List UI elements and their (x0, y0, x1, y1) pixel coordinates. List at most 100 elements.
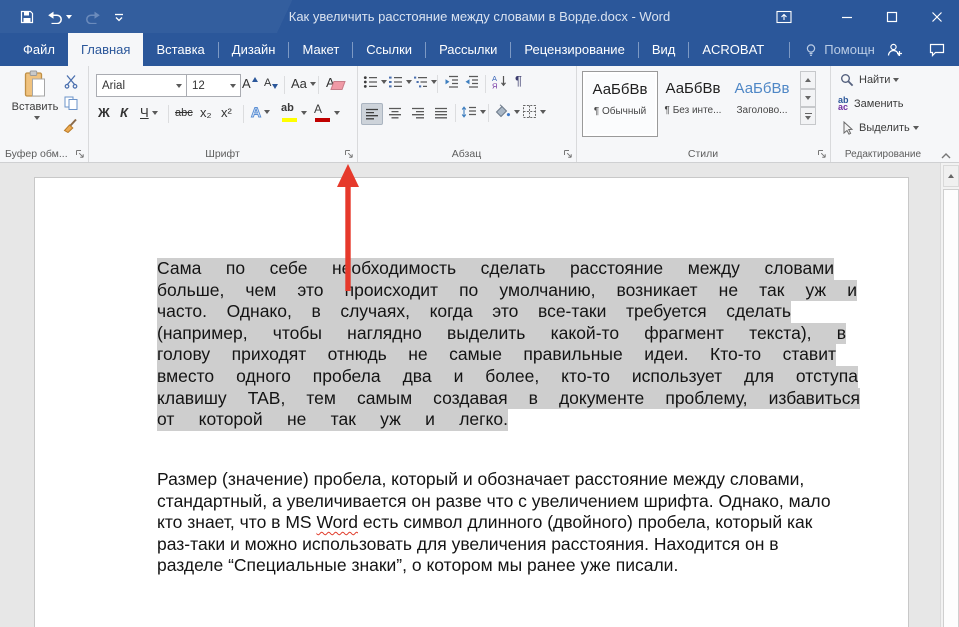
shading-button[interactable] (494, 104, 520, 119)
text-effects-button[interactable]: А (251, 104, 270, 120)
tab-вид[interactable]: Вид (639, 33, 689, 66)
text-line[interactable]: разделе “Специальные знаки”, о котором м… (157, 555, 887, 577)
editing-group: Найти abac Заменить Выделить Редактирова… (830, 66, 936, 162)
tab-файл[interactable]: Файл (10, 33, 68, 66)
bullets-button[interactable] (363, 75, 387, 89)
tell-me-assistant[interactable]: Помощн (777, 33, 887, 66)
selected-text-line[interactable]: клавишу TAB, тем самым создавая в докуме… (157, 388, 860, 410)
text-highlight-button[interactable]: ab (281, 104, 307, 122)
close-icon[interactable] (914, 0, 959, 33)
cut-icon[interactable] (64, 74, 78, 89)
tab-вставка[interactable]: Вставка (143, 33, 217, 66)
replace-button[interactable]: abac Заменить (838, 97, 903, 111)
sign-in-user-icon[interactable] (887, 43, 903, 57)
selected-text-line[interactable]: голову приходят отнюдь не самые правильн… (157, 344, 836, 366)
style-gallery-down-icon[interactable] (800, 89, 816, 107)
clear-formatting-button[interactable]: А (326, 74, 344, 90)
numbering-button[interactable] (388, 75, 412, 89)
scrollbar-thumb[interactable] (943, 189, 959, 627)
font-dialog-launcher-icon[interactable] (344, 149, 354, 159)
ribbon-display-options-icon[interactable] (761, 0, 806, 33)
text-line[interactable]: Размер (значение) пробела, который и обо… (157, 469, 887, 491)
vertical-scrollbar[interactable] (940, 163, 959, 627)
customize-quick-access-icon[interactable] (114, 12, 124, 22)
grow-font-button[interactable]: А (242, 76, 258, 91)
numbering-icon (388, 75, 403, 89)
styles-group: АаБбВв¶ ОбычныйАаБбВв¶ Без инте...АаБбВв… (576, 66, 831, 162)
tab-дизайн[interactable]: Дизайн (219, 33, 289, 66)
style-card[interactable]: АаБбВвЗаголово... (729, 71, 795, 135)
superscript-button[interactable]: x² (221, 105, 232, 120)
undo-icon[interactable] (47, 10, 72, 24)
selected-text-line[interactable]: (например, чтобы наглядно выделить какой… (157, 323, 846, 345)
style-card[interactable]: АаБбВв¶ Обычный (582, 71, 658, 137)
multilevel-list-button[interactable] (413, 75, 437, 89)
text-segment: есть символ длинного (двойного) пробела,… (358, 512, 812, 532)
copy-icon[interactable] (64, 96, 79, 110)
minimize-icon[interactable] (824, 0, 869, 33)
selected-paragraph[interactable]: Сама по себе необходимость сделать расст… (157, 258, 860, 431)
bold-button[interactable]: Ж (98, 105, 110, 120)
tab-рецензирование[interactable]: Рецензирование (511, 33, 637, 66)
show-paragraph-marks-button[interactable]: ¶ (515, 73, 522, 88)
style-gallery-more-icon[interactable] (800, 107, 816, 125)
second-paragraph[interactable]: Размер (значение) пробела, который и обо… (157, 469, 887, 577)
ribbon: Вставить Буфер обм... Arial 12 А А Aa А … (0, 66, 959, 163)
styles-dialog-launcher-icon[interactable] (817, 149, 827, 159)
collapse-ribbon-icon[interactable] (941, 146, 951, 164)
tab-рассылки[interactable]: Рассылки (426, 33, 510, 66)
tab-acrobat[interactable]: ACROBAT (689, 33, 777, 66)
italic-button[interactable]: К (120, 105, 128, 120)
selected-text-line[interactable]: больше, чем это происходит по умолчанию,… (157, 280, 857, 302)
highlight-color-bar (282, 118, 297, 122)
comment-icon[interactable] (929, 43, 945, 57)
strikethrough-button[interactable]: abc (175, 107, 193, 119)
increase-indent-button[interactable] (464, 75, 479, 89)
selected-text-line[interactable]: Сама по себе необходимость сделать расст… (157, 258, 834, 280)
save-icon[interactable] (20, 10, 34, 24)
font-name-combobox[interactable]: Arial (96, 74, 187, 97)
selected-text-line[interactable]: от которой не так уж и легко. (157, 409, 508, 431)
change-case-button[interactable]: Aa (291, 76, 316, 91)
font-size-combobox[interactable]: 12 (186, 74, 241, 97)
selected-text-line[interactable]: часто. Однако, в случаях, когда это все-… (157, 301, 791, 323)
align-left-button[interactable] (361, 103, 383, 125)
style-card[interactable]: АаБбВв¶ Без инте... (660, 71, 726, 135)
paste-button[interactable]: Вставить (6, 70, 64, 136)
find-button[interactable]: Найти (840, 73, 899, 87)
select-button[interactable]: Выделить (840, 121, 919, 135)
text-line[interactable]: раз-таки и можно использовать для увелич… (157, 534, 887, 556)
font-color-bar (315, 118, 330, 122)
font-color-button[interactable]: А (314, 104, 340, 122)
text-line[interactable]: кто знает, что в MS Word есть символ дли… (157, 512, 887, 534)
shrink-font-button[interactable]: А (264, 76, 278, 89)
style-gallery-up-icon[interactable] (800, 71, 816, 89)
tab-главная[interactable]: Главная (68, 33, 143, 66)
clipboard-dialog-launcher-icon[interactable] (75, 149, 85, 159)
align-center-button[interactable] (385, 103, 405, 123)
sort-button[interactable] (492, 74, 508, 89)
selected-text-line[interactable]: вместо одного пробела два и более, кто-т… (157, 366, 858, 388)
tab-макет[interactable]: Макет (289, 33, 352, 66)
subscript-button[interactable]: x₂ (200, 105, 212, 120)
window-controls (761, 0, 959, 33)
text-line[interactable]: стандартный, а увеличивается он разве чт… (157, 491, 887, 513)
misspelled-word[interactable]: Word (316, 512, 358, 532)
maximize-icon[interactable] (869, 0, 914, 33)
replace-icon: abac (838, 97, 854, 111)
format-painter-icon[interactable] (63, 117, 78, 133)
line-spacing-button[interactable] (461, 105, 486, 119)
borders-button[interactable] (522, 104, 546, 119)
paint-bucket-icon (494, 104, 511, 119)
multilevel-list-icon (413, 75, 428, 89)
underline-button[interactable]: Ч (140, 105, 158, 120)
paragraph-dialog-launcher-icon[interactable] (563, 149, 573, 159)
justify-icon (434, 107, 449, 120)
scroll-up-icon[interactable] (943, 165, 959, 187)
justify-button[interactable] (431, 103, 451, 123)
tab-ссылки[interactable]: Ссылки (353, 33, 425, 66)
font-group: Arial 12 А А Aa А Ж К Ч abc x₂ x² А ab А (88, 66, 358, 162)
sort-icon (492, 74, 508, 89)
decrease-indent-button[interactable] (444, 75, 459, 89)
align-right-button[interactable] (408, 103, 428, 123)
